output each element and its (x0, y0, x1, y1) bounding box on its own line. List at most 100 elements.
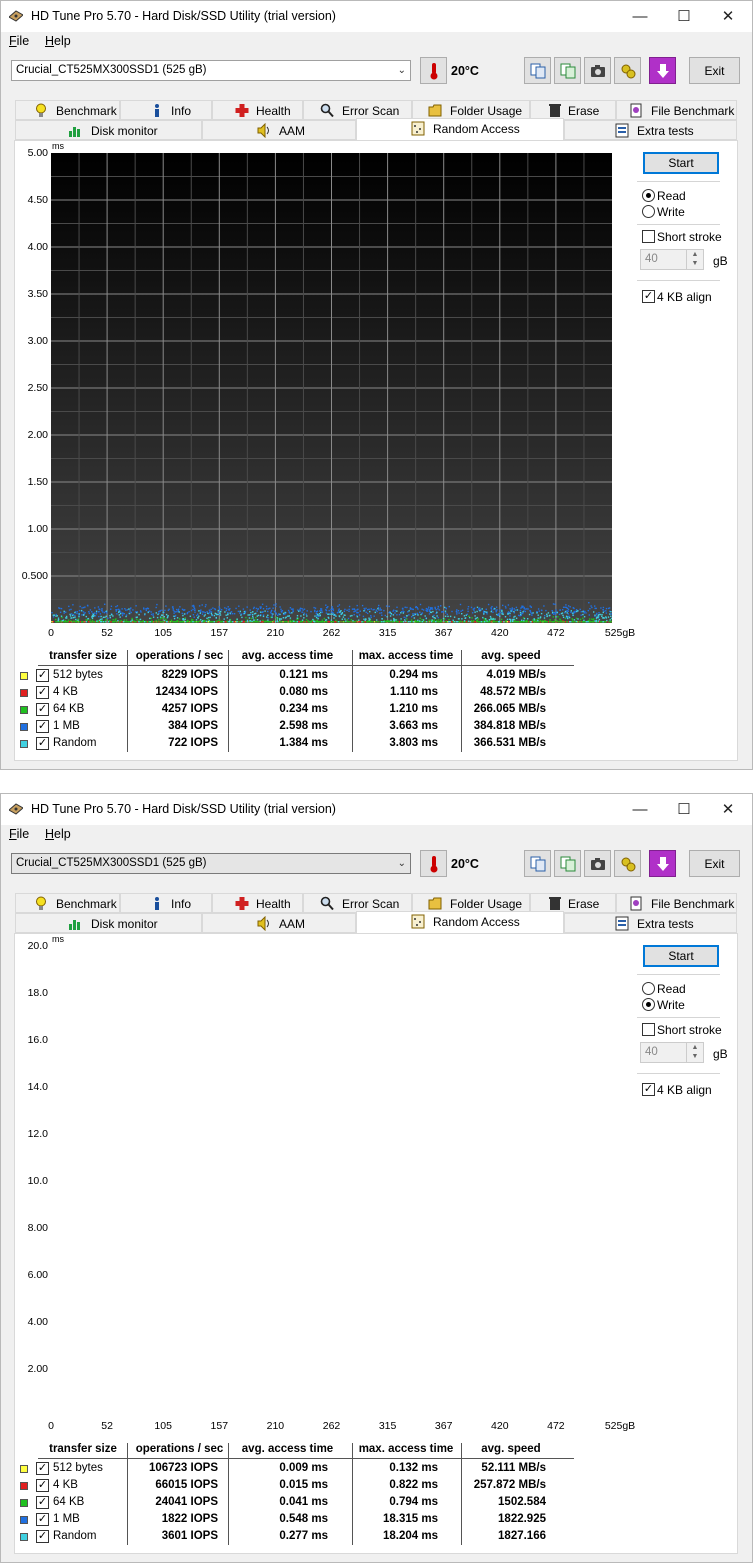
x-tick-label: 157 (210, 627, 229, 639)
x-tick-label: 420 (491, 627, 509, 639)
menu-file-access-key: F (9, 827, 17, 841)
copy-all-button[interactable] (554, 57, 581, 84)
tab-file-benchmark[interactable]: File Benchmark (616, 893, 737, 913)
copy-info-button[interactable] (524, 850, 551, 877)
maximize-button[interactable]: ☐ (661, 794, 707, 825)
tab-aam[interactable]: AAM (202, 120, 356, 140)
tab-random-access[interactable]: Random Access (356, 911, 564, 933)
drive-select-value: Crucial_CT525MX300SSD1 (525 gB) (16, 857, 207, 869)
options-button[interactable] (614, 57, 641, 84)
scatter-point (554, 619, 556, 621)
tab-row-primary: Benchmark Info Health Error Scan Folder … (15, 100, 737, 120)
drive-select-value: Crucial_CT525MX300SSD1 (525 gB) (16, 64, 207, 76)
x-tick-label: 472 (547, 627, 565, 639)
title-bar[interactable]: HD Tune Pro 5.70 - Hard Disk/SSD Utility… (1, 1, 752, 32)
folder-icon (428, 104, 442, 117)
scatter-point (584, 621, 586, 623)
minimize-button[interactable]: — (617, 794, 663, 825)
copy-info-button[interactable] (524, 57, 551, 84)
tab-label: Benchmark (56, 897, 117, 911)
health-cross-icon (235, 104, 249, 117)
exit-button[interactable]: Exit (689, 850, 740, 877)
menu-help[interactable]: Help (45, 34, 71, 48)
save-button[interactable] (649, 57, 676, 84)
temperature-readout: 20°C (451, 857, 479, 871)
tab-health[interactable]: Health (212, 100, 303, 120)
tab-info[interactable]: Info (120, 100, 212, 120)
options-button[interactable] (614, 850, 641, 877)
scatter-point (539, 620, 542, 622)
temperature-button[interactable] (420, 57, 447, 84)
scatter-point (245, 621, 247, 623)
tab-aam[interactable]: AAM (202, 913, 356, 933)
temperature-readout: 20°C (451, 64, 479, 78)
tab-folder-usage[interactable]: Folder Usage (412, 100, 530, 120)
scatter-point (588, 618, 591, 620)
tab-disk-monitor[interactable]: Disk monitor (15, 120, 202, 140)
scatter-point (169, 621, 171, 623)
thermometer-icon (430, 62, 437, 79)
tab-label: File Benchmark (651, 897, 735, 911)
scatter-point (354, 621, 356, 623)
camera-icon (590, 857, 605, 870)
tab-file-benchmark[interactable]: File Benchmark (616, 100, 737, 120)
tab-label: Error Scan (342, 104, 400, 118)
menu-file[interactable]: File (9, 827, 29, 841)
tools-icon (621, 857, 635, 871)
tab-disk-monitor[interactable]: Disk monitor (15, 913, 202, 933)
screenshot-button[interactable] (584, 850, 611, 877)
tab-health[interactable]: Health (212, 893, 303, 913)
tab-erase[interactable]: Erase (530, 893, 616, 913)
minimize-button[interactable]: — (617, 1, 663, 32)
menu-file-label: ile (16, 827, 30, 841)
y-tick-label: 4.50 (27, 194, 48, 206)
maximize-button[interactable]: ☐ (661, 1, 707, 32)
scatter-point (128, 621, 130, 623)
close-button[interactable]: ✕ (705, 1, 751, 32)
tab-label: Health (256, 104, 291, 118)
download-arrow-icon (656, 856, 669, 871)
x-tick-label: 525gB (604, 627, 636, 639)
scatter-point (159, 621, 161, 623)
screenshot-button[interactable] (584, 57, 611, 84)
tab-label: Extra tests (637, 124, 694, 138)
copy-all-button[interactable] (554, 850, 581, 877)
scatter-point (493, 621, 496, 623)
tab-benchmark[interactable]: Benchmark (15, 893, 120, 913)
y-axis-unit: ms (52, 141, 64, 151)
temperature-button[interactable] (420, 850, 447, 877)
scatter-point (516, 621, 518, 623)
menu-help-access-key: H (45, 34, 55, 48)
tab-info[interactable]: Info (120, 893, 212, 913)
scatter-point (242, 621, 245, 623)
tab-random-access[interactable]: Random Access (356, 118, 564, 140)
tab-extra-tests[interactable]: Extra tests (564, 913, 737, 933)
menu-file[interactable]: File (9, 34, 29, 48)
tab-error-scan[interactable]: Error Scan (303, 893, 412, 913)
drive-select[interactable]: Crucial_CT525MX300SSD1 (525 gB) ⌄ (11, 60, 411, 81)
health-cross-icon (235, 897, 249, 910)
menu-help[interactable]: Help (45, 827, 71, 841)
tab-error-scan[interactable]: Error Scan (303, 100, 412, 120)
drive-select[interactable]: Crucial_CT525MX300SSD1 (525 gB) ⌄ (11, 853, 411, 874)
tab-label: Erase (568, 897, 600, 911)
scatter-point (349, 621, 351, 623)
tab-extra-tests[interactable]: Extra tests (564, 120, 737, 140)
save-button[interactable] (649, 850, 676, 877)
scatter-point (287, 620, 289, 622)
title-bar[interactable]: HD Tune Pro 5.70 - Hard Disk/SSD Utility… (1, 794, 752, 825)
tab-folder-usage[interactable]: Folder Usage (412, 893, 530, 913)
close-button[interactable]: ✕ (705, 794, 751, 825)
window-title: HD Tune Pro 5.70 - Hard Disk/SSD Utility… (31, 9, 336, 23)
tab-erase[interactable]: Erase (530, 100, 616, 120)
exit-button[interactable]: Exit (689, 57, 740, 84)
scatter-point (471, 617, 473, 619)
tab-row-primary: Benchmark Info Health Error Scan Folder … (15, 893, 737, 913)
magnifier-icon (320, 103, 334, 118)
menu-bar: File Help (1, 825, 752, 845)
tab-benchmark[interactable]: Benchmark (15, 100, 120, 120)
tab-label: Extra tests (637, 917, 694, 931)
menu-help-access-key: H (45, 827, 55, 841)
menu-bar: File Help (1, 32, 752, 52)
file-benchmark-icon (630, 896, 642, 911)
